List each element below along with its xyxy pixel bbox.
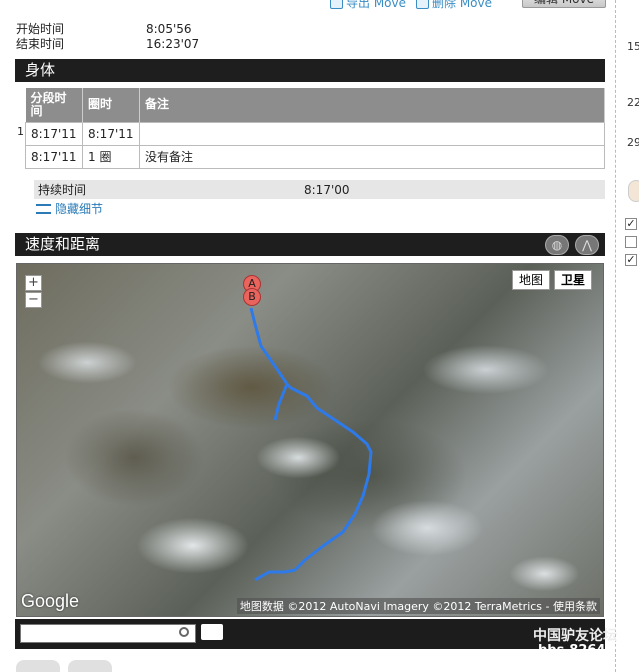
google-logo: Google bbox=[21, 591, 80, 611]
calendar-day[interactable]: 22 bbox=[627, 96, 639, 109]
route-map[interactable]: A B + − 地图 卫星 Google 地图数据 ©2012 AutoNavi… bbox=[16, 263, 604, 617]
laps-table: 分段时间 圈时 备注 8:17'11 8:17'11 8:17'11 1 圈 没… bbox=[25, 88, 605, 169]
route-path bbox=[249, 307, 373, 582]
map-type-satellite-button[interactable]: 卫星 bbox=[554, 270, 593, 290]
table-cell: 8:17'11 bbox=[82, 121, 140, 146]
bottom-tab[interactable] bbox=[16, 660, 60, 672]
end-time-label: 结束时间 bbox=[16, 37, 65, 51]
map-attribution[interactable]: 地图数据 ©2012 AutoNavi Imagery ©2012 TerraM… bbox=[236, 598, 600, 614]
lap-split-header: 圈时 bbox=[82, 88, 140, 122]
table-row: 8:17'11 1 圈 没有备注 bbox=[25, 144, 605, 169]
table-cell: 8:17'11 bbox=[25, 144, 83, 169]
table-cell: 没有备注 bbox=[139, 144, 605, 169]
collapse-icon bbox=[36, 203, 51, 214]
route-branch bbox=[273, 383, 289, 421]
export-icon bbox=[330, 0, 343, 9]
map-bottom-bar bbox=[15, 619, 605, 649]
altitude-chart-icon[interactable]: ⋀ bbox=[575, 235, 599, 255]
duration-label: 持续时间 bbox=[38, 183, 87, 197]
zoom-in-button[interactable]: + bbox=[25, 275, 42, 291]
globe-icon[interactable]: ◍ bbox=[545, 235, 569, 255]
search-icon[interactable] bbox=[179, 627, 189, 637]
checkbox[interactable]: ✓ bbox=[625, 218, 637, 230]
comment-icon[interactable] bbox=[201, 624, 223, 640]
duration-row: 持续时间 8:17'00 bbox=[34, 180, 605, 199]
zoom-out-button[interactable]: − bbox=[25, 292, 42, 308]
location-search-input[interactable] bbox=[20, 624, 196, 643]
start-time-value: 8:05'56 bbox=[146, 22, 192, 36]
bottom-tab[interactable] bbox=[68, 660, 112, 672]
lap-time-header: 分段时间 bbox=[25, 88, 83, 122]
edit-move-button[interactable]: 编辑 Move bbox=[522, 0, 606, 8]
route-overlay bbox=[249, 307, 373, 582]
lap-row-index: 1 bbox=[17, 125, 24, 138]
start-time-label: 开始时间 bbox=[16, 22, 65, 36]
table-cell: 8:17'11 bbox=[25, 121, 83, 146]
lap-notes-header: 备注 bbox=[139, 88, 605, 122]
move-times: 开始时间 8:05'56 结束时间 16:23'07 bbox=[16, 22, 199, 52]
delete-icon bbox=[416, 0, 429, 9]
speed-distance-section-header: 速度和距离 bbox=[15, 233, 605, 256]
delete-move-link[interactable]: 删除 Move bbox=[416, 0, 492, 11]
export-move-link[interactable]: 导出 Move bbox=[330, 0, 406, 11]
duration-value: 8:17'00 bbox=[304, 182, 350, 197]
table-cell bbox=[139, 121, 605, 146]
body-section-header: 身体 bbox=[15, 59, 605, 82]
map-type-map-button[interactable]: 地图 bbox=[512, 270, 551, 290]
activity-icon bbox=[628, 180, 639, 202]
table-row: 8:17'11 8:17'11 bbox=[25, 121, 605, 146]
hide-details-link[interactable]: 隐藏细节 bbox=[36, 200, 103, 217]
table-cell: 1 圈 bbox=[82, 144, 140, 169]
watermark-url: bbs.8264.com bbox=[538, 643, 639, 658]
end-marker-b[interactable]: B bbox=[243, 288, 261, 306]
watermark-title: 中国驴友论坛 bbox=[533, 628, 617, 644]
sidebar-divider bbox=[615, 0, 616, 672]
checkbox[interactable]: ✓ bbox=[625, 254, 637, 266]
checkbox[interactable] bbox=[625, 236, 637, 248]
calendar-day[interactable]: 29 bbox=[627, 136, 639, 149]
calendar-day[interactable]: 15 bbox=[627, 40, 639, 53]
end-time-value: 16:23'07 bbox=[146, 37, 200, 51]
move-toolbar: 导出 Move 删除 Move 编辑 Move bbox=[330, 0, 606, 11]
